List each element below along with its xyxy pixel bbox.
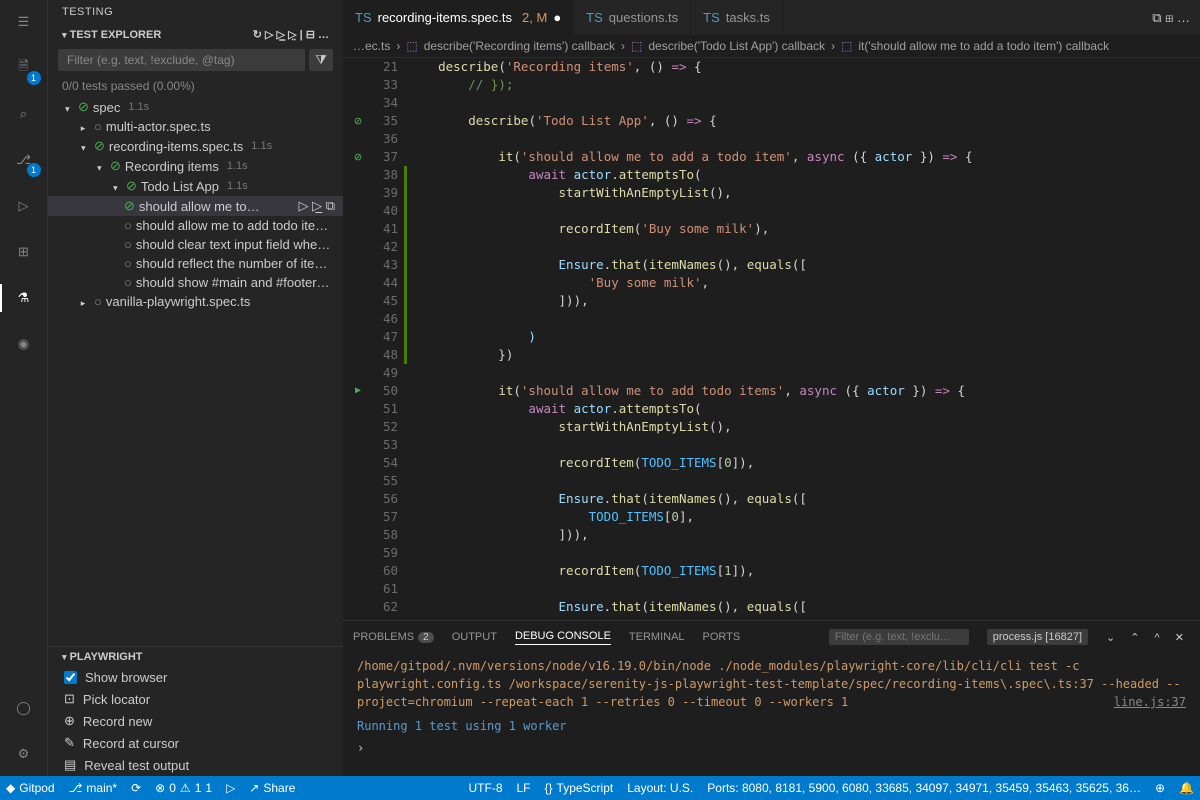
tab-problems[interactable]: PROBLEMS2 [353,631,434,643]
github-icon[interactable]: ◉ [10,330,38,358]
dirty-indicator: ● [553,10,561,25]
status-problems[interactable]: ⊗0 ⚠1 1 [155,781,212,795]
test-filter-input[interactable] [58,49,305,71]
testing-icon[interactable]: ⚗ [10,284,38,312]
locator-icon: ⊡ [64,691,75,707]
tab-terminal[interactable]: TERMINAL [629,631,685,643]
status-debug-start[interactable]: ▷ [226,781,235,795]
pw-show-browser[interactable]: Show browser [48,667,343,688]
test-explorer-actions[interactable]: ↻ ▷ ▷̲ ▷̤ | ⊟ … [253,28,329,41]
panel: PROBLEMS2 OUTPUT DEBUG CONSOLE TERMINAL … [343,620,1200,776]
debug-console-output: /home/gitpod/.nvm/versions/node/v16.19.0… [343,653,1200,776]
tab-active[interactable]: TS recording-items.spec.ts2, M ● [343,0,574,35]
pw-pick-locator[interactable]: ⊡Pick locator [48,688,343,710]
panel-process-select[interactable]: process.js [16827] [987,629,1088,645]
tab[interactable]: TStasks.ts [691,0,783,35]
tree-item[interactable]: ⊘Todo List App1.1s [48,176,343,196]
tree-item-selected[interactable]: ⊘should allow me to… ▷ ▷̲ ⧉ [48,196,343,216]
source-control-icon[interactable]: ⎇1 [10,146,38,174]
status-live-share[interactable]: ⊕ [1155,781,1165,795]
show-browser-checkbox[interactable] [64,671,77,684]
menu-icon[interactable]: ☰ [10,8,38,36]
sidebar-title: TESTING [48,0,343,24]
ts-icon: TS [355,10,372,25]
status-encoding[interactable]: UTF-8 [469,781,503,795]
filter-icon[interactable]: ⧩ [309,49,333,71]
status-bar: ◆ Gitpod ⎇ main* ⟳ ⊗0 ⚠1 1 ▷ ↗ Share UTF… [0,776,1200,800]
tree-root[interactable]: ⊘ spec1.1s [48,97,343,117]
tab-ports[interactable]: PORTS [703,631,741,643]
tab-output[interactable]: OUTPUT [452,631,497,643]
status-sync[interactable]: ⟳ [131,781,141,795]
tree-item[interactable]: ⊘Recording items1.1s [48,156,343,176]
editor-actions[interactable]: ⧉ ⊞ … [1142,10,1200,26]
search-icon[interactable]: ⌕ [10,100,38,128]
debug-icon[interactable]: ▷ [10,192,38,220]
output-icon: ▤ [64,757,76,773]
status-eol[interactable]: LF [517,781,531,795]
status-branch[interactable]: ⎇ main* [69,781,118,795]
extensions-icon[interactable]: ⊞ [10,238,38,266]
status-bell[interactable]: 🔔 [1179,781,1194,795]
sidebar: TESTING TEST EXPLORER ↻ ▷ ▷̲ ▷̤ | ⊟ … ⧩ … [48,0,343,776]
tree-item-actions[interactable]: ▷ ▷̲ ⧉ [298,198,343,214]
tree-item[interactable]: ○vanilla-playwright.spec.ts [48,292,343,311]
tree-item[interactable]: ○should clear text input field whe… [48,235,343,254]
playwright-title: PLAYWRIGHT [62,651,143,663]
tree-item[interactable]: ○should reflect the number of ite… [48,254,343,273]
status-ports[interactable]: Ports: 8080, 8181, 5900, 6080, 33685, 34… [707,781,1141,795]
tab-bar: TS recording-items.spec.ts2, M ● TSquest… [343,0,1200,35]
tree-item[interactable]: ○should show #main and #footer… [48,273,343,292]
tree-item[interactable]: ○should allow me to add todo ite… [48,216,343,235]
tab[interactable]: TSquestions.ts [574,0,691,35]
debug-prompt[interactable]: › [357,735,1186,757]
tree-item[interactable]: ○multi-actor.spec.ts [48,117,343,136]
cursor-icon: ✎ [64,735,75,751]
record-icon: ⊕ [64,713,75,729]
panel-filter-input[interactable] [829,629,969,645]
test-explorer-title: TEST EXPLORER [62,29,161,41]
pw-reveal-output[interactable]: ▤Reveal test output [48,754,343,776]
code-editor[interactable]: ⊘⊘▶ 213334353637383940414243444546474849… [343,58,1200,620]
activity-bar: ☰ 🗎1 ⌕ ⎇1 ▷ ⊞ ⚗ ◉ ◯ ⚙ [0,0,48,776]
tests-passed: 0/0 tests passed (0.00%) [48,75,343,97]
settings-icon[interactable]: ⚙ [10,740,38,768]
status-share[interactable]: ↗ Share [249,781,295,795]
test-tree: ⊘ spec1.1s ○multi-actor.spec.ts ⊘recordi… [48,97,343,646]
breadcrumb[interactable]: …ec.ts › ⬚describe('Recording items') ca… [343,35,1200,58]
explorer-icon[interactable]: 🗎1 [10,54,38,82]
pw-record-new[interactable]: ⊕Record new [48,710,343,732]
status-lang[interactable]: {} TypeScript [545,781,614,795]
status-gitpod[interactable]: ◆ Gitpod [6,781,55,795]
tab-debug-console[interactable]: DEBUG CONSOLE [515,630,611,645]
panel-actions[interactable]: ⌄ ⌃ ^ ✕ [1106,631,1190,644]
pw-record-cursor[interactable]: ✎Record at cursor [48,732,343,754]
status-layout[interactable]: Layout: U.S. [627,781,693,795]
account-icon[interactable]: ◯ [10,694,38,722]
tree-item[interactable]: ⊘recording-items.spec.ts1.1s [48,136,343,156]
